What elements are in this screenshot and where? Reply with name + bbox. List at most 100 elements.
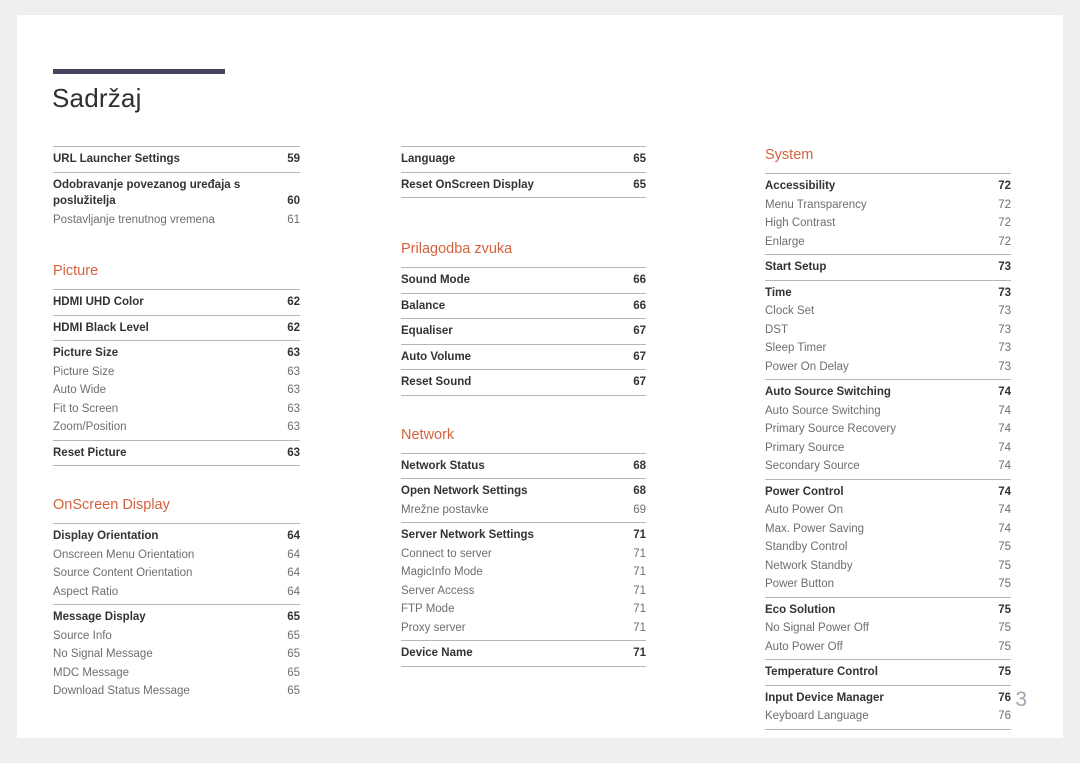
toc-entry[interactable]: URL Launcher Settings 59 <box>53 150 300 169</box>
toc-entry[interactable]: Time 73 <box>765 284 1011 303</box>
toc-entry[interactable]: Odobravanje povezanog uređaja s poslužit… <box>53 176 300 211</box>
toc-entry[interactable]: HDMI Black Level 62 <box>53 319 300 338</box>
page-number: 3 <box>1015 688 1027 711</box>
toc-group: HDMI UHD Color 62 <box>53 289 300 315</box>
toc-subentry[interactable]: Postavljanje trenutnog vremena 61 <box>53 211 300 230</box>
toc-subentry[interactable]: Aspect Ratio 64 <box>53 583 300 602</box>
toc-entry[interactable]: Auto Volume 67 <box>401 348 646 367</box>
toc-group: Accessibility 72 Menu Transparency 72 High C… <box>765 173 1011 254</box>
toc-entry[interactable]: Auto Source Switching 74 <box>765 383 1011 402</box>
toc-subentry[interactable]: Source Info 65 <box>53 627 300 646</box>
section-heading: Prilagodba zvuka <box>401 241 513 257</box>
toc-entry[interactable]: Language 65 <box>401 150 646 169</box>
toc-entry-label: Download Status Message <box>53 685 190 697</box>
toc-subentry[interactable]: No Signal Power Off 75 <box>765 619 1011 638</box>
toc-subentry[interactable]: Power On Delay 73 <box>765 358 1011 377</box>
section-heading: OnScreen Display <box>53 497 170 513</box>
toc-entry-page: 74 <box>998 485 1011 498</box>
toc-entry-page: 75 <box>998 603 1011 616</box>
toc-group: HDMI Black Level 62 <box>53 314 300 341</box>
toc-entry-page: 64 <box>287 530 300 542</box>
toc-entry-page: 69 <box>633 503 646 516</box>
toc-subentry[interactable]: Server Access 71 <box>401 582 646 601</box>
toc-entry[interactable]: Temperature Control 75 <box>765 663 1011 682</box>
toc-subentry[interactable]: MDC Message 65 <box>53 664 300 683</box>
toc-subentry[interactable]: Primary Source Recovery 74 <box>765 420 1011 439</box>
toc-subentry[interactable]: Auto Power On 74 <box>765 501 1011 520</box>
toc-entry-page: 62 <box>287 321 300 334</box>
toc-subentry[interactable]: Download Status Message 65 <box>53 682 300 701</box>
toc-entry-label: Network Status <box>401 459 485 472</box>
toc-entry[interactable]: Display Orientation 64 <box>53 527 300 546</box>
toc-entry-label: Power On Delay <box>765 360 849 373</box>
toc-subentry[interactable]: Standby Control 75 <box>765 538 1011 557</box>
toc-entry[interactable]: Power Control 74 <box>765 483 1011 502</box>
toc-entry-label: Postavljanje trenutnog vremena <box>53 213 215 226</box>
toc-entry[interactable]: Message Display 65 <box>53 608 300 627</box>
toc-entry-label: Device Name <box>401 647 473 659</box>
toc-subentry[interactable]: Auto Wide 63 <box>53 381 300 400</box>
toc-entry-page: 68 <box>633 459 646 472</box>
toc-entry[interactable]: Start Setup 73 <box>765 258 1011 277</box>
toc-entry[interactable]: Equaliser 67 <box>401 322 646 341</box>
toc-subentry[interactable]: Primary Source 74 <box>765 439 1011 458</box>
toc-subentry[interactable]: Picture Size 63 <box>53 363 300 382</box>
toc-group: Power Control 74 Auto Power On 74 Max. Power… <box>765 478 1011 597</box>
toc-subentry[interactable]: Power Button 75 <box>765 575 1011 594</box>
toc-entry-page: 59 <box>287 153 300 165</box>
toc-entry-label: Auto Wide <box>53 384 107 396</box>
toc-subentry[interactable]: Max. Power Saving 74 <box>765 520 1011 539</box>
toc-entry-page: 65 <box>287 629 300 642</box>
toc-entry-page: 63 <box>287 365 300 378</box>
toc-entry-page: 66 <box>633 299 646 312</box>
toc-subentry[interactable]: Keyboard Language 76 <box>765 707 1011 726</box>
toc-entry[interactable]: Input Device Manager 76 <box>765 689 1011 708</box>
toc-group: Network Status 68 <box>401 452 646 479</box>
toc-columns: URL Launcher Settings 59 Odobravanje povez… <box>17 146 1063 730</box>
toc-entry-page: 65 <box>287 611 300 623</box>
toc-entry[interactable]: Network Status 68 <box>401 457 646 476</box>
toc-entry[interactable]: HDMI UHD Color 62 <box>53 293 300 312</box>
toc-entry-label: Auto Volume <box>401 350 472 363</box>
toc-subentry[interactable]: Menu Transparency 72 <box>765 196 1011 215</box>
toc-subentry[interactable]: Secondary Source 74 <box>765 457 1011 476</box>
toc-subentry[interactable]: Enlarge 72 <box>765 233 1011 252</box>
toc-entry-page: 60 <box>287 195 300 207</box>
toc-subentry[interactable]: Sleep Timer 73 <box>765 339 1011 358</box>
toc-entry-label: Zoom/Position <box>53 421 127 433</box>
toc-entry[interactable]: Reset Sound 67 <box>401 373 646 392</box>
toc-subentry[interactable]: Network Standby 75 <box>765 557 1011 576</box>
toc-subentry[interactable]: FTP Mode 71 <box>401 600 646 619</box>
toc-entry-label: Proxy server <box>401 621 466 634</box>
toc-subentry[interactable]: High Contrast 72 <box>765 214 1011 233</box>
toc-subentry[interactable]: Fit to Screen 63 <box>53 400 300 419</box>
toc-subentry[interactable]: Connect to server 71 <box>401 545 646 564</box>
toc-subentry[interactable]: Source Content Orientation 64 <box>53 564 300 583</box>
toc-entry[interactable]: Accessibility 72 <box>765 177 1011 196</box>
toc-subentry[interactable]: Auto Source Switching 74 <box>765 402 1011 421</box>
toc-subentry[interactable]: Mrežne postavke 69 <box>401 501 646 520</box>
toc-subentry[interactable]: Onscreen Menu Orientation 64 <box>53 546 300 565</box>
toc-entry-page: 75 <box>998 559 1011 572</box>
toc-entry[interactable]: Reset Picture 63 <box>53 444 300 463</box>
toc-entry[interactable]: Open Network Settings 68 <box>401 482 646 501</box>
toc-subentry[interactable]: Auto Power Off 75 <box>765 638 1011 657</box>
toc-entry-page: 74 <box>998 522 1011 535</box>
toc-entry[interactable]: Device Name 71 <box>401 644 646 663</box>
toc-entry-page: 75 <box>998 578 1011 590</box>
toc-entry-page: 71 <box>633 647 646 659</box>
toc-entry[interactable]: Balance 66 <box>401 297 646 316</box>
toc-entry-label: Start Setup <box>765 261 827 273</box>
toc-entry[interactable]: Reset OnScreen Display 65 <box>401 176 646 195</box>
toc-entry[interactable]: Server Network Settings 71 <box>401 526 646 545</box>
toc-subentry[interactable]: No Signal Message 65 <box>53 645 300 664</box>
toc-entry[interactable]: Sound Mode 66 <box>401 271 646 290</box>
toc-subentry[interactable]: MagicInfo Mode 71 <box>401 563 646 582</box>
toc-subentry[interactable]: Zoom/Position 63 <box>53 418 300 437</box>
toc-entry[interactable]: Picture Size 63 <box>53 344 300 363</box>
toc-subentry[interactable]: Clock Set 73 <box>765 302 1011 321</box>
toc-subentry[interactable]: DST 73 <box>765 321 1011 340</box>
toc-entry[interactable]: Eco Solution 75 <box>765 601 1011 620</box>
toc-entry-label: Enlarge <box>765 235 805 248</box>
toc-subentry[interactable]: Proxy server 71 <box>401 619 646 638</box>
